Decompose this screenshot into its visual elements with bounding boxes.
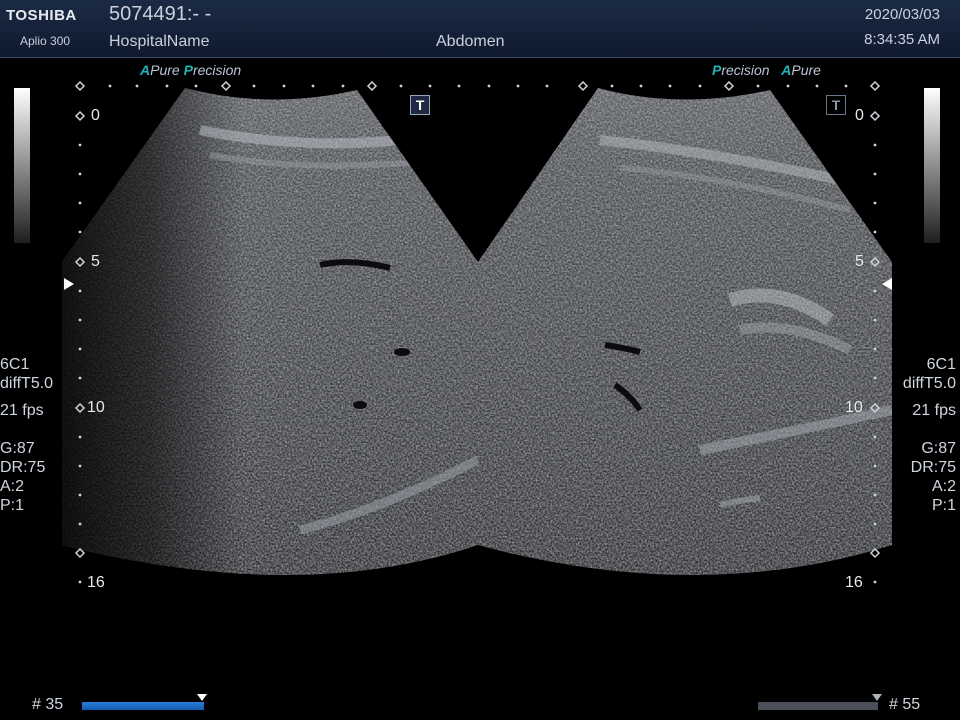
left-depth-10: 10: [87, 399, 105, 416]
right-params-panel: 6C1 diffT5.0 21 fps G:87 DR:75 A:2 P:1: [903, 355, 956, 515]
left-fps: 21 fps: [0, 402, 44, 419]
right-depth-16: 16: [845, 574, 863, 591]
left-p: P:1: [0, 497, 25, 514]
left-sector-image: [62, 88, 478, 575]
focus-marker-left-icon[interactable]: [64, 278, 74, 290]
t-marker-left-icon[interactable]: T: [410, 95, 430, 115]
focus-marker-right-icon[interactable]: [882, 278, 892, 290]
right-fps: 21 fps: [912, 402, 956, 419]
cine-frame-right: # 55: [889, 696, 921, 713]
left-dr: DR:75: [0, 459, 46, 476]
cine-bar-right[interactable]: [758, 702, 878, 710]
left-a: A:2: [0, 478, 25, 495]
preset-p-right: P: [712, 62, 722, 78]
cine-marker-right-icon[interactable]: [872, 694, 882, 701]
right-mode: diffT5.0: [902, 375, 956, 392]
right-depth-0: 0: [855, 107, 864, 124]
right-dr: DR:75: [910, 459, 956, 476]
cine-frame-left: # 35: [32, 696, 64, 713]
t-marker-right-icon[interactable]: T: [826, 95, 846, 115]
preset-a-left: A: [140, 62, 151, 78]
left-depth-16: 16: [87, 574, 105, 591]
right-a: A:2: [931, 478, 956, 495]
grayscale-bar-left: [14, 88, 30, 243]
preset-label-right: Precision APure: [712, 62, 821, 78]
preset-pure-left: Pure: [150, 62, 180, 78]
left-mode: diffT5.0: [0, 375, 54, 392]
left-params-panel: 6C1 diffT5.0 21 fps G:87 DR:75 A:2 P:1: [0, 355, 53, 515]
preset-a-right: A: [781, 62, 792, 78]
ultrasound-image-area: [62, 80, 892, 584]
right-sector-image: [478, 88, 892, 575]
right-depth-10: 10: [845, 399, 863, 416]
preset-label-left: APure Precision: [140, 62, 241, 78]
preset-p-left: P: [183, 62, 193, 78]
right-gain: G:87: [921, 440, 956, 457]
grayscale-bar-right: [924, 88, 940, 243]
left-probe: 6C1: [0, 356, 30, 373]
preset-pure-right: Pure: [791, 62, 821, 78]
left-depth-0: 0: [91, 107, 100, 124]
preset-precision-left: recision: [192, 62, 242, 78]
right-probe: 6C1: [926, 356, 956, 373]
preset-precision-right: recision: [721, 62, 770, 78]
left-gain: G:87: [0, 440, 35, 457]
right-depth-5: 5: [855, 253, 864, 270]
top-marker-line: [108, 84, 848, 88]
left-depth-5: 5: [91, 253, 100, 270]
cine-bar-left[interactable]: [82, 702, 204, 710]
cine-marker-left-icon[interactable]: [197, 694, 207, 701]
right-p: P:1: [931, 497, 956, 514]
